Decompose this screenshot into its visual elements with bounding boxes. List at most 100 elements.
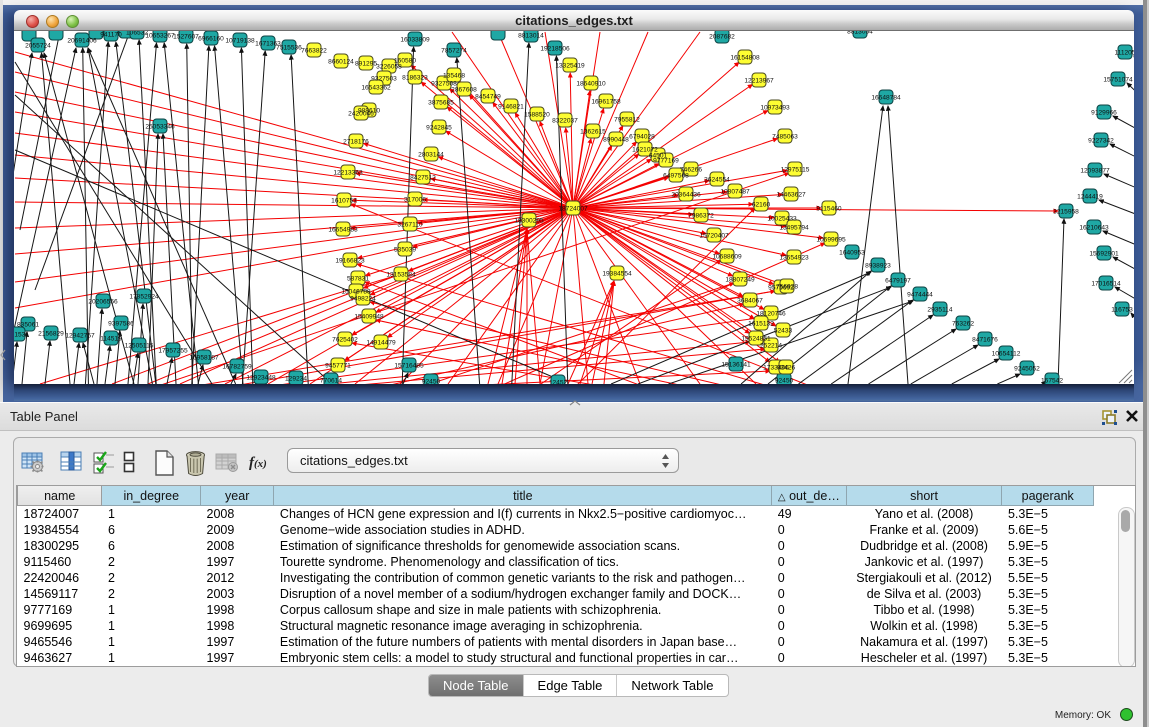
svg-text:18807249: 18807249 bbox=[725, 277, 755, 284]
svg-text:12093877: 12093877 bbox=[1080, 168, 1110, 175]
svg-text:9146821: 9146821 bbox=[498, 104, 524, 111]
svg-text:15692901: 15692901 bbox=[1089, 251, 1119, 258]
svg-text:25053346: 25053346 bbox=[145, 124, 175, 131]
svg-text:1640953: 1640953 bbox=[839, 250, 865, 257]
svg-text:3624554: 3624554 bbox=[704, 177, 730, 184]
svg-text:16648784: 16648784 bbox=[871, 95, 901, 102]
svg-text:7663822: 7663822 bbox=[301, 48, 327, 55]
svg-text:19218506: 19218506 bbox=[540, 46, 570, 53]
svg-text:587831: 587831 bbox=[347, 276, 369, 283]
svg-text:8322037: 8322037 bbox=[552, 118, 578, 125]
svg-text:8660124: 8660124 bbox=[328, 59, 354, 66]
svg-text:10807487: 10807487 bbox=[720, 189, 750, 196]
svg-text:7986372: 7986372 bbox=[688, 213, 714, 220]
svg-text:317006: 317006 bbox=[404, 197, 426, 204]
svg-text:8454749: 8454749 bbox=[475, 94, 501, 101]
svg-text:14914479: 14914479 bbox=[366, 340, 396, 347]
svg-text:1244419: 1244419 bbox=[1077, 194, 1103, 201]
svg-text:6794028: 6794028 bbox=[629, 134, 655, 141]
svg-text:10719138: 10719138 bbox=[225, 38, 255, 45]
svg-text:160580: 160580 bbox=[394, 58, 416, 65]
svg-text:2420046: 2420046 bbox=[348, 111, 374, 118]
svg-text:9115460: 9115460 bbox=[816, 206, 842, 213]
svg-text:52433: 52433 bbox=[774, 328, 793, 335]
svg-text:2087682: 2087682 bbox=[709, 34, 735, 41]
svg-text:2803144: 2803144 bbox=[418, 152, 444, 159]
svg-text:941170: 941170 bbox=[100, 32, 122, 39]
svg-text:15751074: 15751074 bbox=[1103, 77, 1133, 84]
svg-text:15136141: 15136141 bbox=[721, 362, 751, 369]
svg-text:7515536: 7515536 bbox=[276, 45, 302, 52]
svg-text:18300295: 18300295 bbox=[514, 218, 544, 225]
svg-text:3226058: 3226058 bbox=[376, 64, 402, 71]
svg-text:93426: 93426 bbox=[777, 365, 796, 372]
svg-text:19166823: 19166823 bbox=[335, 258, 365, 265]
svg-text:17016514: 17016514 bbox=[1091, 281, 1121, 288]
svg-text:1527607: 1527607 bbox=[173, 34, 199, 41]
svg-text:2867608: 2867608 bbox=[451, 87, 477, 94]
svg-text:9457771: 9457771 bbox=[325, 363, 351, 370]
svg-text:6497568: 6497568 bbox=[663, 173, 689, 180]
svg-text:10654112: 10654112 bbox=[992, 351, 1021, 358]
svg-text:8813014: 8813014 bbox=[518, 33, 544, 40]
svg-text:14463627: 14463627 bbox=[776, 192, 806, 199]
svg-text:9777169: 9777169 bbox=[653, 158, 679, 165]
svg-text:16958187: 16958187 bbox=[189, 355, 219, 362]
svg-text:15716485: 15716485 bbox=[394, 363, 424, 370]
svg-text:16210643: 16210643 bbox=[1079, 225, 1109, 232]
svg-text:10699695: 10699695 bbox=[816, 237, 846, 244]
svg-text:9327503: 9327503 bbox=[371, 76, 397, 83]
svg-text:1362615: 1362615 bbox=[580, 129, 606, 136]
svg-text:6966160: 6966160 bbox=[198, 36, 224, 43]
svg-text:114519: 114519 bbox=[100, 336, 122, 343]
svg-text:16782759: 16782759 bbox=[222, 364, 252, 371]
svg-text:3684067: 3684067 bbox=[737, 298, 763, 305]
svg-text:20691406: 20691406 bbox=[67, 38, 97, 45]
svg-text:17852924: 17852924 bbox=[129, 294, 159, 301]
svg-text:9474444: 9474444 bbox=[907, 292, 933, 299]
svg-text:18640910: 18640910 bbox=[576, 81, 606, 88]
svg-text:12975115: 12975115 bbox=[781, 167, 810, 174]
svg-text:9227342: 9227342 bbox=[1088, 138, 1114, 145]
svg-text:9245052: 9245052 bbox=[1014, 366, 1040, 373]
svg-text:15720407: 15720407 bbox=[699, 233, 729, 240]
svg-text:763262: 763262 bbox=[952, 321, 974, 328]
svg-text:2156829: 2156829 bbox=[38, 331, 64, 338]
svg-text:10653267: 10653267 bbox=[145, 33, 175, 40]
svg-text:8990448: 8990448 bbox=[603, 137, 629, 144]
svg-text:16543362: 16543362 bbox=[361, 85, 391, 92]
svg-text:12213967: 12213967 bbox=[744, 78, 774, 85]
svg-text:9129966: 9129966 bbox=[1091, 110, 1117, 117]
svg-text:1588520: 1588520 bbox=[524, 112, 550, 119]
svg-text:3267110: 3267110 bbox=[397, 222, 423, 229]
svg-text:6479197: 6479197 bbox=[885, 278, 911, 285]
svg-text:8186323: 8186323 bbox=[402, 75, 428, 82]
svg-text:111205: 111205 bbox=[1114, 50, 1134, 57]
svg-text:13325419: 13325419 bbox=[555, 63, 585, 70]
svg-text:20364436: 20364436 bbox=[671, 192, 701, 199]
svg-text:116753: 116753 bbox=[1111, 307, 1133, 314]
svg-text:9397586: 9397586 bbox=[108, 321, 134, 328]
svg-text:7485063: 7485063 bbox=[772, 134, 798, 141]
svg-text:391531: 391531 bbox=[14, 332, 29, 339]
svg-text:62160: 62160 bbox=[752, 202, 771, 209]
svg-text:15409948: 15409948 bbox=[354, 314, 384, 321]
svg-text:9242845: 9242845 bbox=[426, 125, 452, 132]
svg-text:129234: 129234 bbox=[285, 376, 307, 383]
svg-text:13495794: 13495794 bbox=[779, 225, 809, 232]
svg-text:16154808: 16154808 bbox=[730, 55, 760, 62]
svg-text:7625402: 7625402 bbox=[332, 337, 358, 344]
svg-text:252214: 252214 bbox=[760, 343, 782, 350]
svg-text:18120746: 18120746 bbox=[756, 311, 786, 318]
svg-text:2055724: 2055724 bbox=[25, 43, 51, 50]
svg-text:756928: 756928 bbox=[776, 284, 798, 291]
svg-text:10973493: 10973493 bbox=[760, 105, 790, 112]
svg-text:535039: 535039 bbox=[394, 247, 416, 254]
svg-text:15046788: 15046788 bbox=[341, 289, 371, 296]
svg-text:135468: 135468 bbox=[443, 73, 465, 80]
svg-text:12213363: 12213363 bbox=[333, 170, 363, 177]
svg-text:891295: 891295 bbox=[355, 61, 377, 68]
svg-text:10025433: 10025433 bbox=[767, 216, 797, 223]
svg-text:19524851: 19524851 bbox=[741, 336, 771, 343]
svg-text:19384554: 19384554 bbox=[602, 271, 632, 278]
